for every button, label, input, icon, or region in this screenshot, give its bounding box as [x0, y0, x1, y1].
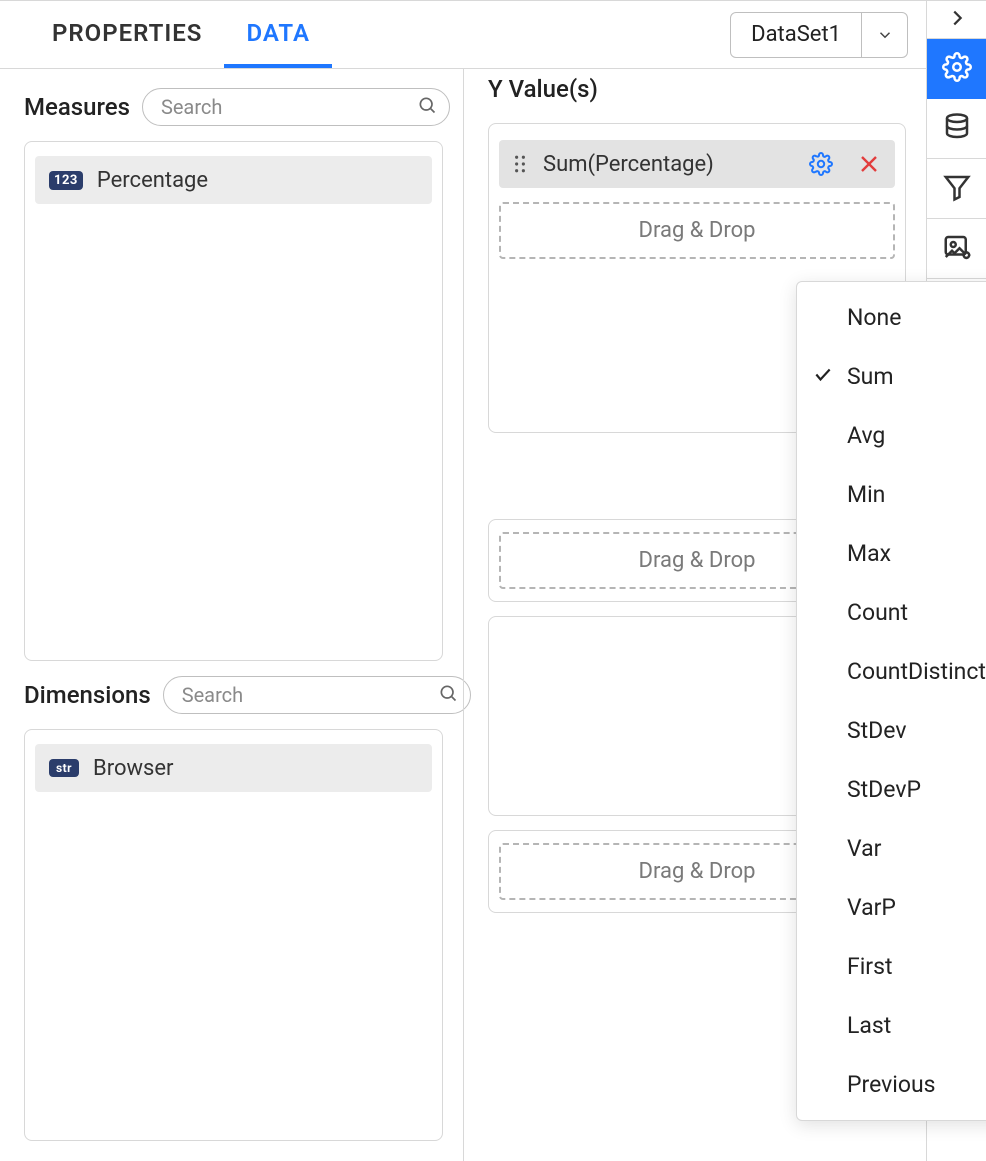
- database-icon: [942, 112, 972, 146]
- dimensions-title: Dimensions: [24, 681, 151, 709]
- yvalues-header: Y Value(s): [488, 69, 906, 109]
- agg-option-first[interactable]: First: [797, 937, 986, 996]
- rail-image-settings[interactable]: [927, 219, 986, 279]
- agg-option-max[interactable]: Max: [797, 524, 986, 583]
- agg-option-label: First: [847, 953, 893, 980]
- yvalue-pill[interactable]: Sum(Percentage): [499, 140, 895, 188]
- yvalues-dropzone[interactable]: Drag & Drop: [499, 202, 895, 259]
- remove-icon[interactable]: [857, 152, 881, 176]
- dimensions-search[interactable]: [163, 676, 471, 714]
- right-column: Y Value(s) Sum(Percentage): [463, 69, 926, 1161]
- chevron-down-icon: [861, 13, 907, 57]
- measures-search[interactable]: [142, 88, 450, 126]
- yvalues-title: Y Value(s): [488, 75, 598, 103]
- agg-option-label: Min: [847, 481, 885, 508]
- agg-option-varp[interactable]: VarP: [797, 878, 986, 937]
- measures-header: Measures: [24, 87, 443, 127]
- dimensions-header: Dimensions: [24, 675, 443, 715]
- numeric-type-badge: 123: [49, 171, 83, 190]
- agg-option-label: Max: [847, 540, 891, 567]
- measures-list: 123 Percentage: [24, 141, 443, 661]
- filter-icon: [942, 172, 972, 206]
- check-icon: [813, 363, 833, 390]
- yvalue-pill-label: Sum(Percentage): [543, 152, 714, 177]
- config-panel: PROPERTIES DATA DataSet1 Measures: [0, 1, 926, 1161]
- measures-search-input[interactable]: [159, 94, 417, 120]
- agg-option-stdev[interactable]: StDev: [797, 701, 986, 760]
- dataset-select-label: DataSet1: [731, 13, 861, 57]
- dimension-item[interactable]: str Browser: [35, 744, 432, 792]
- aggregate-submenu: None Sum Avg Min Max Count CountDistinct StDev S…: [796, 281, 986, 1121]
- agg-option-stdevp[interactable]: StDevP: [797, 760, 986, 819]
- agg-option-label: None: [847, 304, 901, 331]
- agg-option-var[interactable]: Var: [797, 819, 986, 878]
- panel-body: Measures 123 Percentage Dimens: [0, 69, 926, 1161]
- agg-option-label: Var: [847, 835, 881, 862]
- agg-option-min[interactable]: Min: [797, 465, 986, 524]
- gear-icon[interactable]: [809, 152, 833, 176]
- agg-option-previous[interactable]: Previous: [797, 1055, 986, 1114]
- agg-option-last[interactable]: Last: [797, 996, 986, 1055]
- image-settings-icon: [942, 232, 972, 266]
- agg-option-label: CountDistinct: [847, 658, 986, 685]
- gear-icon: [942, 52, 972, 86]
- rail-settings[interactable]: [927, 39, 986, 99]
- agg-option-label: Previous: [847, 1071, 936, 1098]
- agg-option-label: StDevP: [847, 776, 921, 803]
- search-icon: [438, 683, 458, 707]
- agg-option-label: Last: [847, 1012, 891, 1039]
- chevron-right-icon: [946, 7, 968, 33]
- rail-data[interactable]: [927, 99, 986, 159]
- agg-option-label: VarP: [847, 894, 896, 921]
- app-root: PROPERTIES DATA DataSet1 Measures: [0, 0, 986, 1161]
- dimension-item-label: Browser: [93, 756, 174, 781]
- agg-option-label: Avg: [847, 422, 885, 449]
- agg-option-avg[interactable]: Avg: [797, 406, 986, 465]
- agg-option-countdistinct[interactable]: CountDistinct: [797, 642, 986, 701]
- agg-option-sum[interactable]: Sum: [797, 347, 986, 406]
- agg-option-label: Sum: [847, 363, 894, 390]
- agg-option-none[interactable]: None: [797, 288, 986, 347]
- search-icon: [417, 95, 437, 119]
- dataset-select[interactable]: DataSet1: [730, 12, 908, 58]
- string-type-badge: str: [49, 759, 79, 777]
- agg-option-label: Count: [847, 599, 908, 626]
- tab-data[interactable]: DATA: [224, 1, 332, 68]
- dimensions-list: str Browser: [24, 729, 443, 1141]
- measures-title: Measures: [24, 93, 130, 121]
- collapse-panel-button[interactable]: [927, 1, 986, 39]
- agg-option-label: StDev: [847, 717, 906, 744]
- rail-filter[interactable]: [927, 159, 986, 219]
- tab-properties[interactable]: PROPERTIES: [30, 1, 224, 68]
- measure-item-label: Percentage: [97, 168, 208, 193]
- dimensions-search-input[interactable]: [180, 682, 438, 708]
- measure-item[interactable]: 123 Percentage: [35, 156, 432, 204]
- agg-option-count[interactable]: Count: [797, 583, 986, 642]
- left-column: Measures 123 Percentage Dimens: [0, 69, 463, 1161]
- tab-bar: PROPERTIES DATA DataSet1: [0, 1, 926, 69]
- drag-handle-icon[interactable]: [513, 155, 527, 173]
